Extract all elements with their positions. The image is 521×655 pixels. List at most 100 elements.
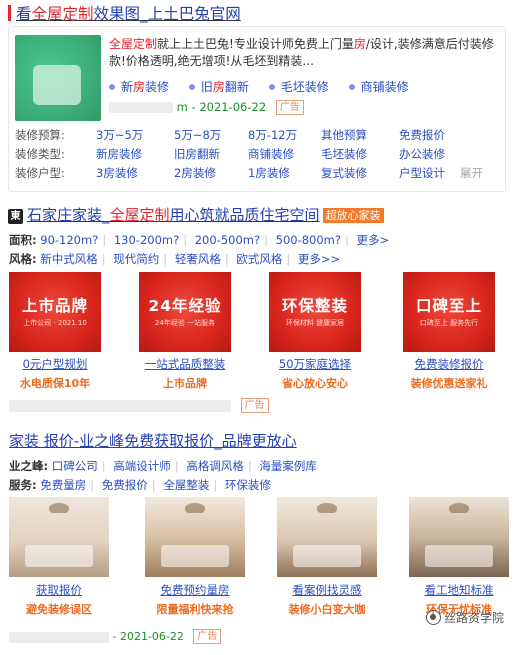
tile-caption-link[interactable]: 免费装修报价 xyxy=(403,356,495,372)
grid-link[interactable]: 其他预算 xyxy=(321,127,367,143)
tile-subtitle: 装修优惠送家礼 xyxy=(410,377,488,390)
ad1-meta: m - 2021-06-22 广告 xyxy=(109,100,304,115)
filter-link[interactable]: 新中式风格 xyxy=(40,252,98,266)
blurred-domain xyxy=(9,631,109,643)
ad3-meta: - 2021-06-22 广告 xyxy=(9,629,222,644)
grid-link[interactable]: 3万~5万 xyxy=(96,127,143,143)
brand-icon: 東 xyxy=(8,209,23,224)
promo-image[interactable]: 口碑至上 口碑至上 服务先行 xyxy=(403,272,495,352)
ad2-title-link[interactable]: 東石家庄家装_全屋定制用心筑就品质住宅空间 超放心家装 xyxy=(8,204,384,225)
chevron-down-icon: ⌄ xyxy=(460,165,470,179)
ad1-description: 全屋定制就上上土巴兔!专业设计师免费上门量房/设计,装修满意后付装修款!价格透明… xyxy=(109,37,494,68)
filter-link[interactable]: 口碑公司 xyxy=(52,459,98,473)
ad3-tile[interactable]: 获取报价 避免装修误区 xyxy=(9,497,109,617)
filter-link[interactable]: 免费量房 xyxy=(40,478,86,492)
grid-link[interactable]: 8万-12万 xyxy=(248,127,297,143)
filter-more-link[interactable]: 更多> xyxy=(357,233,390,247)
grid-link[interactable]: 商铺装修 xyxy=(248,146,294,162)
ad2-tile[interactable]: 环保整装 环保材料 健康家居 50万家庭选择 省心放心安心 xyxy=(269,272,361,391)
grid-link[interactable]: 毛坯装修 xyxy=(321,146,367,162)
filter-link[interactable]: 全屋整装 xyxy=(163,478,209,492)
sublink-shop[interactable]: 商铺装修 xyxy=(348,80,409,94)
ad1-date: - 2021-06-22 xyxy=(187,100,267,114)
grid-link[interactable]: 新房装修 xyxy=(96,146,142,162)
grid-link[interactable]: 办公装修 xyxy=(399,146,445,162)
promo-tag: 超放心家装 xyxy=(322,208,384,223)
filter-link[interactable]: 130-200m? xyxy=(114,233,179,247)
room-photo[interactable] xyxy=(145,497,245,577)
tile-caption-link[interactable]: 看案例找灵感 xyxy=(277,582,377,598)
ad2-tile[interactable]: 上市品牌 上市公司 · 2021.10 0元户型规划 水电质保10年 xyxy=(9,272,101,391)
room-photo[interactable] xyxy=(277,497,377,577)
bullet-icon xyxy=(348,84,355,90)
grid-link[interactable]: 1房装修 xyxy=(248,165,290,181)
grid-link[interactable]: 户型设计 xyxy=(399,165,445,181)
tile-caption-link[interactable]: 看工地知标准 xyxy=(409,582,509,598)
grid-link[interactable]: 免费报价 xyxy=(399,127,445,143)
grid-link[interactable]: 2房装修 xyxy=(174,165,216,181)
ad2-tile[interactable]: 口碑至上 口碑至上 服务先行 免费装修报价 装修优惠送家礼 xyxy=(403,272,495,391)
tile-caption-link[interactable]: 0元户型规划 xyxy=(9,356,101,372)
room-photo[interactable] xyxy=(9,497,109,577)
tile-caption-link[interactable]: 50万家庭选择 xyxy=(269,356,361,372)
tile-subtitle: 上市品牌 xyxy=(163,377,207,390)
ad1-card: 全屋定制就上上土巴兔!专业设计师免费上门量房/设计,装修满意后付装修款!价格透明… xyxy=(8,26,506,192)
ad3-filter-service: 服务: 免费量房 | 免费报价 | 全屋整装 | 环保装修 xyxy=(9,478,271,492)
bullet-icon xyxy=(268,84,275,90)
room-photo[interactable] xyxy=(409,497,509,577)
promo-image[interactable]: 24年经验 24年经验 一站服务 xyxy=(139,272,231,352)
ad2-image-tiles: 上市品牌 上市公司 · 2021.10 0元户型规划 水电质保10年 24年经验… xyxy=(9,272,509,390)
grid-link[interactable]: 复式装修 xyxy=(321,165,367,181)
tile-caption-link[interactable]: 一站式品质整装 xyxy=(139,356,231,372)
filter-link[interactable]: 环保装修 xyxy=(225,478,271,492)
ad1-domain[interactable]: m xyxy=(177,100,188,114)
blurred-domain xyxy=(109,102,173,113)
watermark: 丝路资学院 xyxy=(426,609,504,626)
tile-subtitle: 省心放心安心 xyxy=(282,377,348,390)
tile-subtitle: 避免装修误区 xyxy=(26,603,92,616)
ad1-thumbnail[interactable] xyxy=(15,35,101,121)
bullet-icon xyxy=(109,84,115,90)
ad1-option-grid: 装修预算: 3万~5万 5万~8万 8万-12万 其他预算 免费报价 装修类型:… xyxy=(15,127,503,184)
sublink-rough-house[interactable]: 毛坯装修 xyxy=(268,80,329,94)
tile-caption-link[interactable]: 获取报价 xyxy=(9,582,109,598)
ad3-image-tiles: 获取报价 避免装修误区 免费预约量房 限量福利快来抢 看案例找灵感 装修小白变大… xyxy=(9,497,509,622)
filter-link[interactable]: 90-120m? xyxy=(40,233,98,247)
ad-badge: 广告 xyxy=(193,629,222,644)
bullet-icon xyxy=(188,84,195,90)
grid-row-type: 装修类型: 新房装修 旧房翻新 商铺装修 毛坯装修 办公装修 xyxy=(15,146,445,162)
promo-image[interactable]: 上市品牌 上市公司 · 2021.10 xyxy=(9,272,101,352)
sublink-new-house[interactable]: 新房装修 xyxy=(109,80,169,94)
ad2-filter-area: 面积: 90-120m? | 130-200m? | 200-500m? | 500-… xyxy=(9,233,390,247)
grid-link[interactable]: 旧房翻新 xyxy=(174,146,220,162)
filter-link[interactable]: 高端设计师 xyxy=(113,459,171,473)
ad1-title-link[interactable]: 看全屋定制效果图_上土巴兔官网 xyxy=(8,2,241,24)
filter-more-link[interactable]: 更多>> xyxy=(298,252,340,266)
grid-row-layout: 装修户型: 3房装修 2房装修 1房装修 复式装修 户型设计 展开 ⌄ xyxy=(15,165,483,181)
filter-link[interactable]: 海量案例库 xyxy=(259,459,317,473)
filter-link[interactable]: 欧式风格 xyxy=(236,252,282,266)
ad3-filter-brand: 业之峰: 口碑公司 | 高端设计师 | 高格调风格 | 海量案例库 xyxy=(9,459,317,473)
filter-link[interactable]: 500-800m? xyxy=(276,233,341,247)
ad-badge: 广告 xyxy=(275,100,304,115)
title-marker xyxy=(8,5,11,21)
tile-subtitle: 装修小白变大咖 xyxy=(288,603,366,616)
ad3-tile[interactable]: 免费预约量房 限量福利快来抢 xyxy=(145,497,245,617)
grid-link[interactable]: 5万~8万 xyxy=(174,127,221,143)
ad3-date: - 2021-06-22 xyxy=(112,630,184,643)
filter-link[interactable]: 免费报价 xyxy=(102,478,148,492)
tile-subtitle: 限量福利快来抢 xyxy=(156,603,234,616)
ad2-tile[interactable]: 24年经验 24年经验 一站服务 一站式品质整装 上市品牌 xyxy=(139,272,231,391)
filter-link[interactable]: 轻奢风格 xyxy=(175,252,221,266)
sublink-renovation[interactable]: 旧房翻新 xyxy=(188,80,249,94)
grid-link[interactable]: 3房装修 xyxy=(96,165,138,181)
ad3-tile[interactable]: 看案例找灵感 装修小白变大咖 xyxy=(277,497,377,617)
tile-caption-link[interactable]: 免费预约量房 xyxy=(145,582,245,598)
filter-link[interactable]: 现代简约 xyxy=(113,252,159,266)
ad3-title-link[interactable]: 家装 报价-业之峰免费获取报价_品牌更放心 xyxy=(9,430,297,451)
filter-link[interactable]: 高格调风格 xyxy=(186,459,244,473)
filter-link[interactable]: 200-500m? xyxy=(195,233,260,247)
ad-badge: 广告 xyxy=(240,398,269,413)
ad3-tile[interactable]: 看工地知标准 环保无忧标准 xyxy=(409,497,509,617)
promo-image[interactable]: 环保整装 环保材料 健康家居 xyxy=(269,272,361,352)
